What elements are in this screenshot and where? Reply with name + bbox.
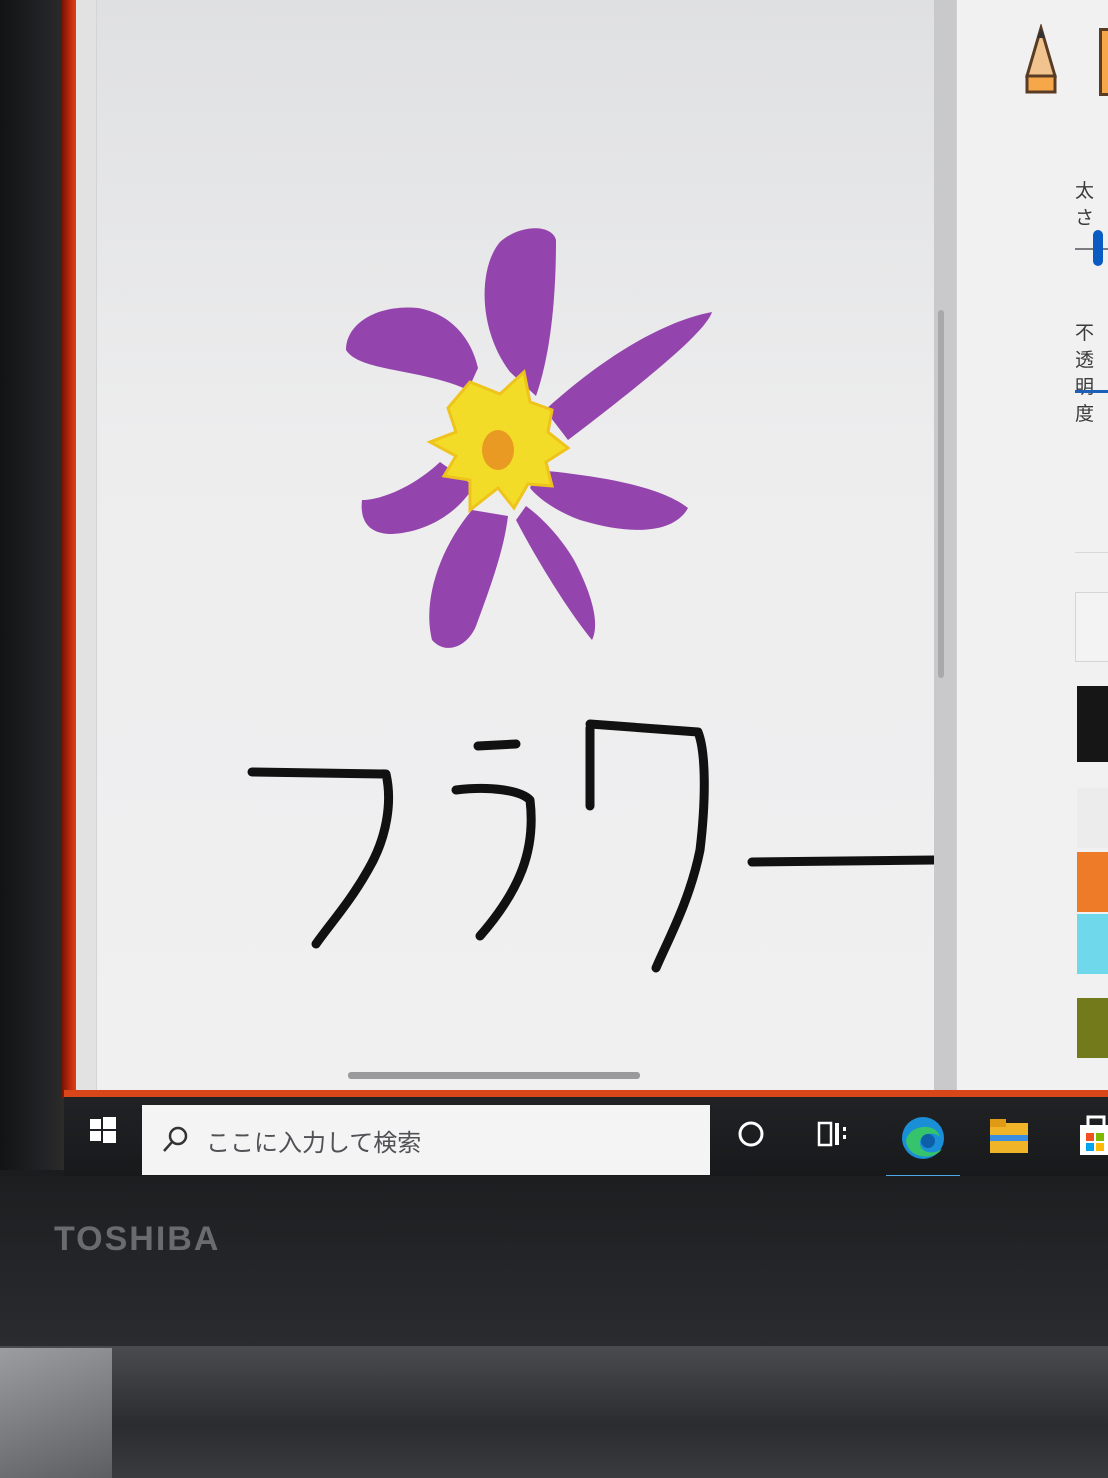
flower-drawing: [346, 228, 712, 648]
opacity-slider[interactable]: [1075, 390, 1108, 393]
palette-swatch-6[interactable]: [1077, 998, 1108, 1058]
canvas-drawing: [247, 228, 936, 973]
brand-logo: TOSHIBA: [54, 1220, 221, 1258]
flower-petal: [429, 510, 508, 648]
horizontal-scrollbar[interactable]: [348, 1072, 640, 1079]
thickness-slider-track: [1075, 248, 1108, 250]
search-icon: [163, 1126, 188, 1152]
paint-window: 太さ 不透明度 +: [76, 0, 1108, 1098]
palette-swatch-0[interactable]: [1077, 788, 1108, 848]
brush-settings-panel: 太さ 不透明度 +: [956, 0, 1108, 1098]
flower-petal: [545, 312, 712, 440]
flower-petal: [484, 228, 556, 396]
color-preview-light[interactable]: [1075, 592, 1108, 662]
flower-petal: [516, 506, 596, 640]
screen-bezel: [0, 0, 64, 1170]
drawing-canvas[interactable]: [76, 0, 936, 1098]
laptop-hinge: [0, 1346, 1108, 1478]
palette-swatch-2[interactable]: [1077, 852, 1108, 912]
task-view-icon[interactable]: [816, 1119, 850, 1149]
cortana-circle-icon[interactable]: [736, 1119, 766, 1149]
palette-swatch-4[interactable]: [1077, 914, 1108, 974]
selected-color-swatch[interactable]: [1077, 686, 1108, 762]
laptop-hinge-edge: [0, 1348, 112, 1478]
file-explorer-icon[interactable]: [988, 1117, 1030, 1155]
store-icon[interactable]: [1076, 1115, 1108, 1157]
windows-start-icon[interactable]: [88, 1115, 118, 1145]
laptop-bezel-bottom: TOSHIBA: [0, 1176, 1108, 1478]
thickness-label: 太さ: [1075, 180, 1095, 229]
handwritten-text: [247, 719, 936, 973]
search-box[interactable]: ここに入力して検索: [142, 1105, 710, 1175]
vertical-scrollbar[interactable]: [938, 310, 944, 678]
panel-divider: [1075, 552, 1108, 553]
crayon-icon[interactable]: [1099, 28, 1108, 96]
flower-petal: [346, 307, 478, 390]
search-placeholder: ここに入力して検索: [206, 1129, 422, 1157]
flower-center-dot: [482, 430, 514, 470]
flower-petal: [530, 470, 688, 530]
edge-browser-icon[interactable]: [898, 1113, 948, 1163]
thickness-slider-thumb[interactable]: [1093, 230, 1103, 266]
taskbar: ここに入力して検索: [64, 1090, 1108, 1179]
opacity-label: 不透明度: [1075, 322, 1095, 425]
pencil-icon[interactable]: [1021, 24, 1061, 96]
